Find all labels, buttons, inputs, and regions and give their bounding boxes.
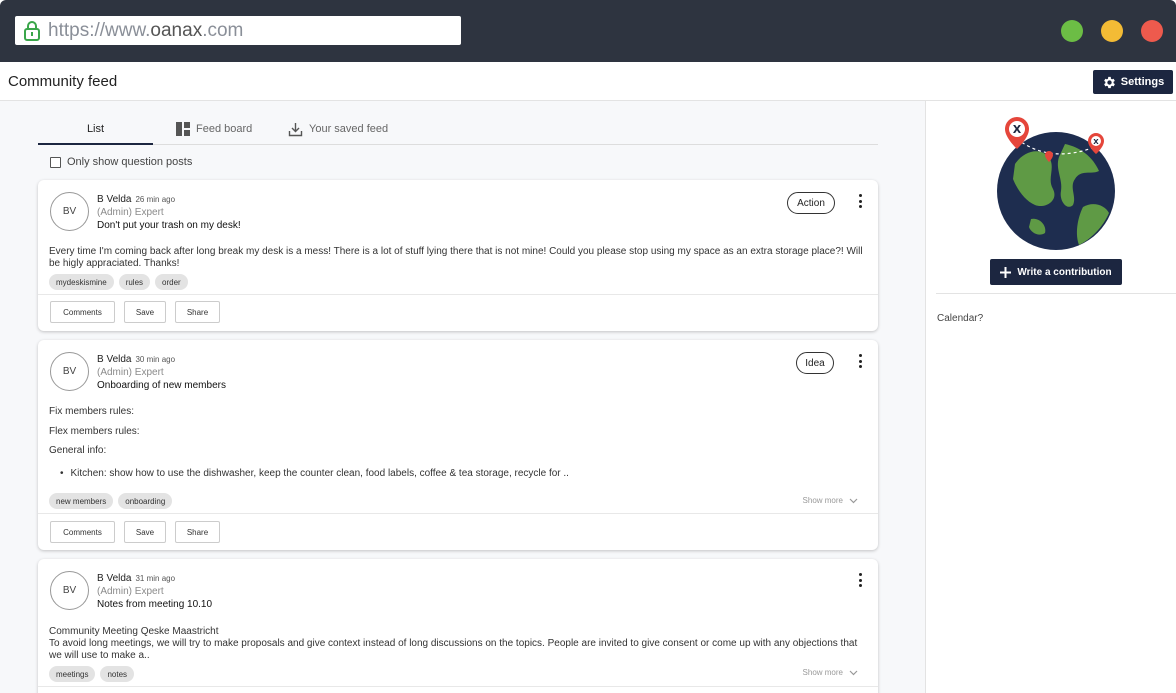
browser-chrome: https://www.oanax.com (0, 0, 1176, 62)
post-body: Every time I'm coming back after long br… (49, 246, 863, 269)
author-role: (Admin) Expert (97, 586, 164, 597)
post-card: BV B Velda 26 min ago (Admin) Expert Don'… (38, 180, 878, 331)
tag-chip[interactable]: meetings (49, 666, 96, 682)
chevron-down-icon (849, 670, 858, 675)
window-close-dot[interactable] (1141, 20, 1163, 42)
share-button[interactable]: Share (175, 521, 220, 543)
page-title: Community feed (8, 73, 118, 90)
url-text: https://www.oanax.com (48, 19, 244, 41)
comments-button[interactable]: Comments (50, 301, 115, 323)
post-time: 31 min ago (135, 574, 176, 583)
feed-area: List Feed board Your saved feed Only sho… (0, 101, 925, 693)
tab-feed-board[interactable]: Feed board (176, 113, 252, 145)
write-contribution-label: Write a contribution (1017, 266, 1112, 278)
write-contribution-button[interactable]: Write a contribution (990, 259, 1122, 285)
lock-icon (24, 20, 40, 41)
tab-list[interactable]: List (38, 113, 153, 145)
more-options-icon[interactable] (858, 194, 862, 208)
post-author: B Velda 26 min ago (97, 194, 175, 205)
post-author: B Velda 30 min ago (97, 354, 175, 365)
more-options-icon[interactable] (858, 573, 862, 587)
author-role: (Admin) Expert (97, 207, 164, 218)
settings-button[interactable]: Settings (1093, 70, 1173, 94)
post-type-badge[interactable]: Idea (796, 352, 834, 374)
tab-saved-feed[interactable]: Your saved feed (288, 113, 388, 145)
avatar: BV (50, 352, 89, 391)
tag-chip[interactable]: mydeskismine (49, 274, 114, 290)
post-type-badge[interactable]: Action (787, 192, 835, 214)
author-name: B Velda (97, 194, 132, 205)
question-filter-checkbox[interactable] (50, 156, 61, 168)
tag-chip[interactable]: onboarding (118, 493, 173, 509)
svg-text:X: X (1013, 123, 1022, 136)
tag-list: new members onboarding (49, 493, 173, 509)
post-time: 26 min ago (135, 195, 176, 204)
question-filter[interactable]: Only show question posts (50, 156, 192, 168)
settings-label: Settings (1120, 76, 1165, 88)
divider (38, 294, 878, 295)
post-bullet-item: Kitchen: show how to use the dishwasher,… (60, 468, 569, 479)
show-more-label: Show more (802, 668, 843, 677)
globe-illustration: X X (997, 117, 1115, 250)
tag-chip[interactable]: order (155, 274, 188, 290)
window-maximize-dot[interactable] (1101, 20, 1123, 42)
post-body: To avoid long meetings, we will try to m… (49, 638, 858, 661)
more-options-icon[interactable] (858, 354, 862, 368)
question-filter-label: Only show question posts (67, 156, 193, 168)
author-name: B Velda (97, 354, 132, 365)
post-body-line: Fix members rules: (49, 406, 135, 417)
tab-list-label: List (86, 123, 105, 135)
post-body-line: Community Meeting Qeske Maastricht (49, 626, 219, 637)
plus-icon (1000, 266, 1012, 278)
post-card: BV B Velda 31 min ago (Admin) Expert Note… (38, 559, 878, 693)
post-actions: Comments Save Share (50, 521, 220, 543)
divider (38, 686, 878, 687)
author-role: (Admin) Expert (97, 367, 164, 378)
address-bar[interactable]: https://www.oanax.com (15, 16, 461, 45)
calendar-label: Calendar? (937, 313, 984, 324)
author-name: B Velda (97, 573, 132, 584)
save-button[interactable]: Save (124, 521, 166, 543)
post-body-line: Flex members rules: (49, 426, 140, 437)
show-more-link[interactable]: Show more (803, 496, 858, 505)
tag-list: meetings notes (49, 666, 135, 682)
post-title: Notes from meeting 10.10 (97, 599, 213, 610)
avatar: BV (50, 571, 89, 610)
post-body-line: General info: (49, 445, 107, 456)
svg-text:X: X (1093, 138, 1099, 146)
show-more-label: Show more (802, 496, 843, 505)
tag-chip[interactable]: rules (118, 274, 151, 290)
tag-chip[interactable]: notes (100, 666, 135, 682)
feed-tabs: List Feed board Your saved feed (38, 113, 878, 145)
divider (38, 513, 878, 514)
tag-chip[interactable]: new members (49, 493, 114, 509)
download-icon (288, 122, 303, 136)
tab-saved-feed-label: Your saved feed (309, 123, 389, 135)
app-header: Community feed Settings (0, 62, 1176, 101)
right-sidebar: X X Write a contribution Calendar? (925, 101, 1176, 693)
gear-icon (1103, 76, 1115, 88)
post-card: BV B Velda 30 min ago (Admin) Expert Onbo… (38, 340, 878, 550)
show-more-link[interactable]: Show more (803, 668, 858, 677)
tab-feed-board-label: Feed board (196, 123, 253, 135)
window-minimize-dot[interactable] (1061, 20, 1083, 42)
avatar: BV (50, 192, 89, 231)
divider (936, 293, 1176, 294)
post-actions: Comments Save Share (50, 301, 220, 323)
post-time: 30 min ago (135, 355, 176, 364)
post-author: B Velda 31 min ago (97, 573, 175, 584)
active-tab-indicator (38, 143, 153, 145)
share-button[interactable]: Share (175, 301, 220, 323)
tag-list: mydeskismine rules order (49, 274, 188, 290)
post-title: Don't put your trash on my desk! (97, 220, 241, 231)
grid-icon (176, 122, 190, 136)
post-title: Onboarding of new members (97, 380, 226, 391)
comments-button[interactable]: Comments (50, 521, 115, 543)
save-button[interactable]: Save (124, 301, 166, 323)
chevron-down-icon (849, 498, 858, 503)
